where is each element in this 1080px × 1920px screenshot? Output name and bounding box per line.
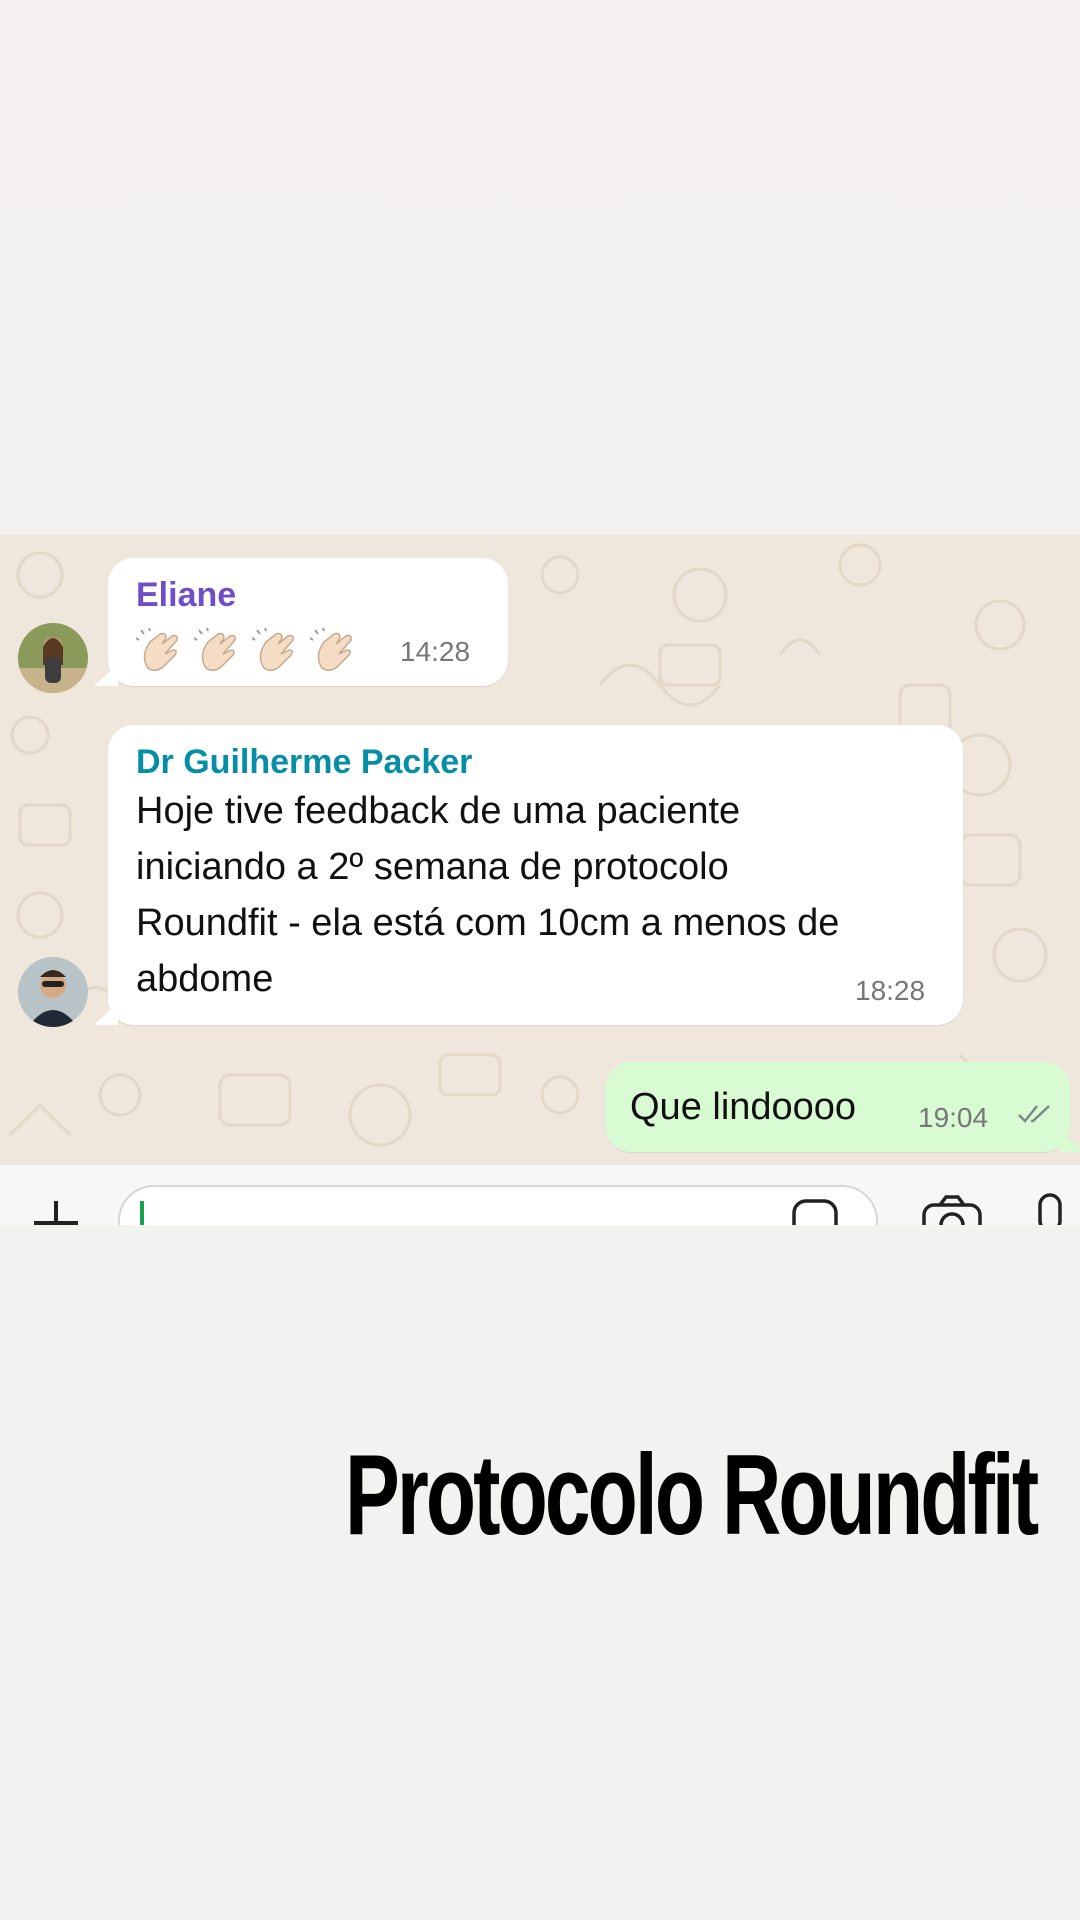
camera-icon[interactable] — [920, 1195, 984, 1225]
clapping-hands-icon — [194, 628, 236, 671]
plus-icon[interactable] — [28, 1195, 84, 1225]
message-time: 18:28 — [855, 975, 926, 1006]
sticker-icon[interactable] — [790, 1197, 840, 1225]
message-line: iniciando a 2º semana de protocolo — [136, 846, 729, 888]
microphone-icon[interactable] — [1030, 1193, 1070, 1225]
message-text: Que lindoooo — [630, 1086, 857, 1128]
message-text: Hoje tive feedback de uma paciente inici… — [136, 783, 839, 1007]
top-blank-area — [0, 0, 1080, 535]
message-line: Roundfit - ela está com 10cm a menos de — [136, 902, 840, 944]
sender-name: Eliane — [136, 576, 237, 614]
message-line: abdome — [136, 958, 274, 1000]
text-caret — [140, 1201, 144, 1225]
message-time: 19:04 — [918, 1102, 989, 1133]
message-bubble-dr-guilherme[interactable]: Dr Guilherme Packer Hoje tive feedback d… — [94, 725, 963, 1025]
clapping-hands-icon — [136, 628, 178, 671]
clapping-hands-icon — [252, 628, 294, 671]
eliane-avatar[interactable] — [18, 623, 88, 693]
sender-name: Dr Guilherme Packer — [136, 743, 473, 781]
message-input[interactable] — [118, 1185, 878, 1225]
message-line: Hoje tive feedback de uma paciente — [136, 790, 741, 832]
clapping-hands-icon — [310, 628, 352, 671]
message-composer — [0, 1165, 1080, 1225]
clap-emoji-row — [136, 628, 360, 676]
message-time: 14:28 — [400, 636, 471, 667]
double-check-icon — [1018, 1105, 1050, 1123]
chat-area[interactable]: Eliane 14:28 Dr Guilherme Packer Hoje ti… — [0, 535, 1080, 1165]
message-bubble-eliane[interactable]: Eliane 14:28 — [94, 558, 508, 686]
message-bubble-outgoing[interactable]: Que lindoooo 19:04 — [605, 1062, 1080, 1152]
caption-title: Protocolo Roundfit — [345, 1432, 1039, 1559]
dr-guilherme-avatar[interactable] — [18, 957, 88, 1027]
